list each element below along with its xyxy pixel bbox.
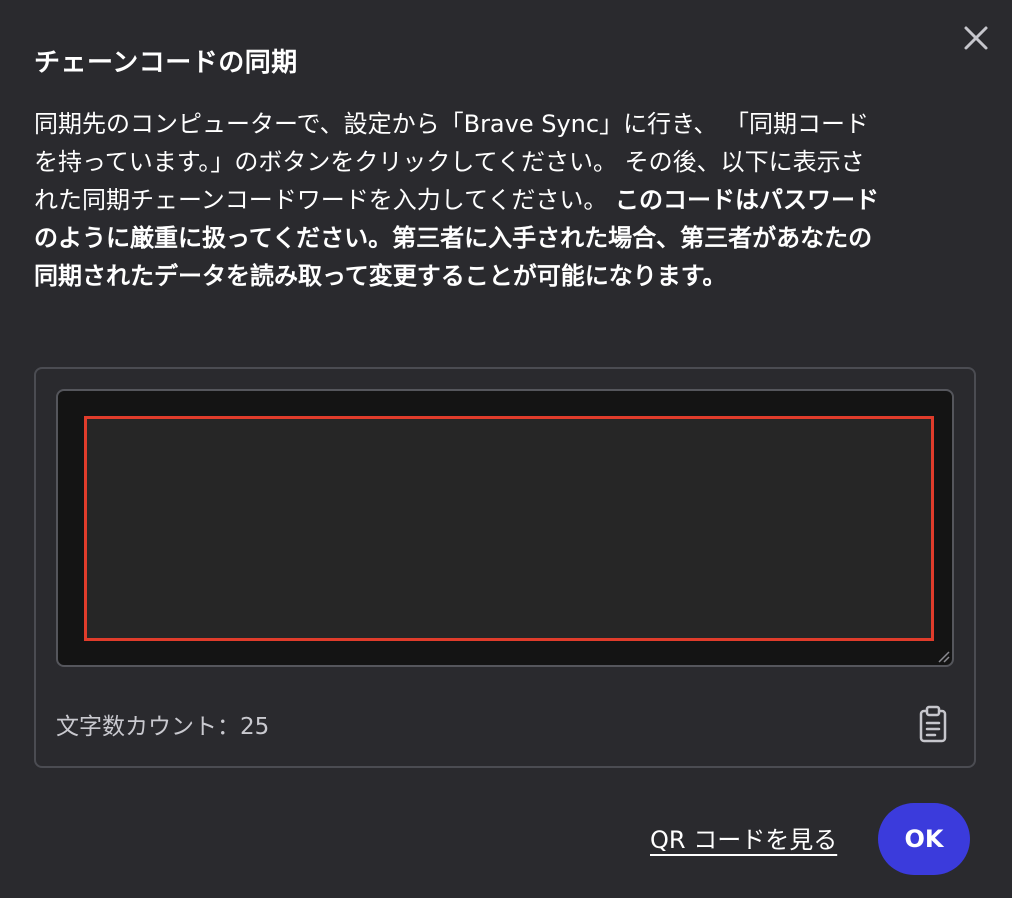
chain-code-textarea[interactable] — [56, 389, 954, 667]
dialog-description: 同期先のコンピューターで、設定から「Brave Sync」に行き、 「同期コード… — [34, 105, 884, 295]
dialog-title: チェーンコードの同期 — [34, 48, 298, 78]
close-icon — [964, 26, 988, 50]
clipboard-icon — [919, 705, 947, 743]
close-button[interactable] — [958, 20, 994, 56]
chain-code-panel: 文字数カウント：25 — [34, 367, 976, 768]
sync-chain-code-dialog: チェーンコードの同期 同期先のコンピューターで、設定から「Brave Sync」… — [0, 0, 1012, 898]
chain-code-content — [84, 416, 934, 641]
ok-button[interactable]: OK — [878, 803, 970, 875]
character-count: 文字数カウント：25 — [56, 714, 270, 740]
copy-button[interactable] — [916, 705, 950, 745]
view-qr-code-link[interactable]: QR コードを見る — [650, 820, 837, 855]
resize-handle-icon[interactable] — [936, 649, 950, 663]
